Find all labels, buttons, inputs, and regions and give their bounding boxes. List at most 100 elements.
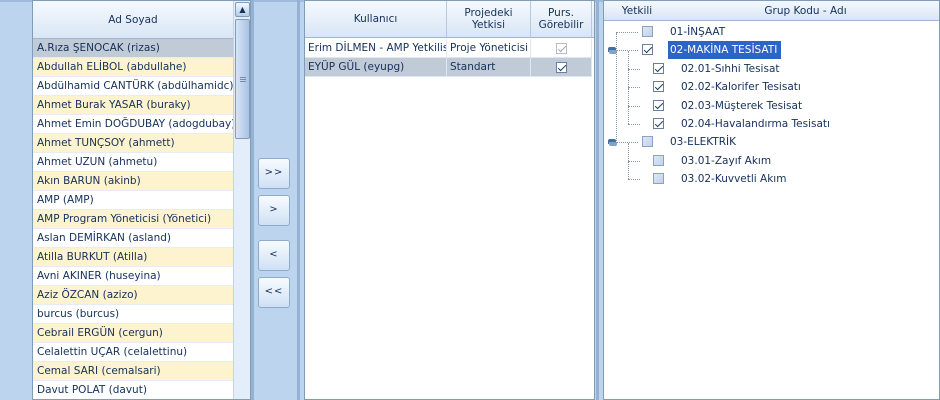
splitter-left[interactable] (251, 0, 254, 400)
user-name: Davut POLAT (davut) (37, 384, 147, 396)
tree-connector (628, 68, 640, 70)
column-header-role[interactable]: Projedeki Yetkisi (447, 1, 531, 37)
scroll-thumb[interactable] (235, 19, 250, 139)
assigned-users-grid: Kullanıcı Projedeki Yetkisi Purs. Görebi… (304, 0, 595, 400)
tree-connector (616, 142, 638, 144)
user-list-item[interactable]: Abdullah ELİBOL (abdullahe) (33, 58, 233, 77)
tree-node[interactable]: 03-ELEKTRİK (604, 133, 939, 151)
user-name: AMP Program Yöneticisi (Yönetici) (37, 213, 212, 225)
tree-connector (628, 50, 629, 69)
splitter-mid-right[interactable] (596, 0, 599, 400)
group-checkbox[interactable] (653, 62, 664, 74)
user-name: Cebrail ERGÜN (cergun) (37, 327, 163, 339)
user-list-header[interactable]: Ad Soyad (33, 1, 233, 39)
chevron-up-icon: ▲ (239, 5, 246, 14)
tree-connector (628, 124, 640, 125)
user-name: Ahmet TUNÇSOY (ahmett) (37, 137, 175, 149)
user-list-item[interactable]: burcus (burcus) (33, 305, 233, 324)
group-checkbox[interactable] (653, 81, 664, 93)
user-list-item[interactable]: Celalettin UÇAR (celalettinu) (33, 343, 233, 362)
user-list-item[interactable]: Abdülhamid CANTÜRK (abdülhamidc) (33, 77, 233, 96)
user-list-item[interactable]: Akın BARUN (akinb) (33, 172, 233, 191)
group-label: 02-MAKİNA TESİSATI (668, 41, 782, 60)
group-tree-header: Yetkili Grup Kodu - Adı (604, 1, 939, 21)
user-list-item[interactable]: Cebrail ERGÜN (cergun) (33, 324, 233, 343)
table-row[interactable]: EYÜP GÜL (eyupg) Standart (305, 58, 592, 77)
tree-connector (628, 87, 629, 106)
user-list-item[interactable]: Avni AKINER (huseyina) (33, 267, 233, 286)
user-list-item[interactable]: Ahmet Emin DOĞDUBAY (adogdubay) (33, 115, 233, 134)
group-checkbox[interactable] (653, 118, 664, 129)
user-list-item[interactable]: Atilla BURKUT (Atilla) (33, 248, 233, 267)
user-name: AMP (AMP) (37, 194, 94, 206)
cell-role[interactable]: Proje Yöneticisi (447, 39, 531, 57)
column-header-auth[interactable]: Yetkili (604, 1, 670, 20)
scroll-up-button[interactable]: ▲ (235, 2, 250, 17)
user-list-item[interactable]: Aziz ÖZCAN (azizo) (33, 286, 233, 305)
user-list-item[interactable]: Davut POLAT (davut) (33, 381, 233, 399)
column-header-user[interactable]: Kullanıcı (305, 1, 447, 37)
group-checkbox[interactable] (642, 136, 653, 148)
add-button[interactable]: > (258, 195, 290, 226)
remove-button[interactable]: < (258, 240, 290, 271)
tree-node[interactable]: 02.04-Havalandırma Tesisatı (604, 115, 939, 133)
tree-connector (628, 142, 629, 161)
column-header-group-code[interactable]: Grup Kodu - Adı (670, 1, 939, 20)
group-checkbox[interactable] (653, 154, 664, 166)
user-list-item[interactable]: Ahmet UZUN (ahmetu) (33, 153, 233, 172)
user-name: A.Rıza ŞENOCAK (rizas) (37, 42, 160, 54)
tree-node[interactable]: 02.01-Sıhhi Tesisat (604, 60, 939, 78)
user-list-item[interactable]: Ahmet TUNÇSOY (ahmett) (33, 134, 233, 153)
group-checkbox[interactable] (653, 99, 664, 111)
tree-node[interactable]: 02-MAKİNA TESİSATI (604, 41, 939, 60)
user-name: Abdullah ELİBOL (abdullahe) (37, 61, 187, 73)
user-name: Atilla BURKUT (Atilla) (37, 251, 148, 263)
tree-node[interactable]: 03.01-Zayıf Akım (604, 152, 939, 170)
tree-node[interactable]: 01-İNŞAAT (604, 23, 939, 41)
tree-node[interactable]: 03.02-Kuvvetli Akım (604, 170, 939, 188)
splitter-mid-left[interactable] (297, 0, 300, 400)
user-list-item[interactable]: Cemal SARI (cemalsari) (33, 362, 233, 381)
user-list-item[interactable]: AMP Program Yöneticisi (Yönetici) (33, 210, 233, 229)
group-checkbox[interactable] (653, 173, 664, 185)
tree-connector (616, 50, 638, 52)
tree-node[interactable]: 02.02-Kalorifer Tesisatı (604, 78, 939, 96)
tree-connector (628, 69, 629, 88)
grip-icon (240, 77, 246, 78)
user-name: Celalettin UÇAR (celalettinu) (37, 346, 188, 358)
tree-connector (616, 33, 617, 143)
user-list-scrollbar[interactable]: ▲ (233, 1, 250, 399)
remove-all-button[interactable]: << (258, 277, 290, 308)
user-list-item[interactable]: A.Rıza ŞENOCAK (rizas) (33, 39, 233, 58)
tree-connector (628, 160, 640, 162)
column-header-visible[interactable]: Purs. Görebilir (531, 1, 592, 37)
user-name: Ahmet UZUN (ahmetu) (37, 156, 158, 168)
group-checkbox[interactable] (642, 26, 653, 37)
tree-connector (628, 105, 640, 107)
group-label: 03.01-Zayıf Akım (681, 154, 772, 167)
tree-connector (616, 32, 638, 33)
user-name: Aziz ÖZCAN (azizo) (37, 289, 138, 301)
user-list-panel: Ad Soyad A.Rıza ŞENOCAK (rizas) Abdullah … (32, 0, 251, 400)
table-row[interactable]: Erim DİLMEN - AMP Yetkilis Proje Yönetici… (305, 39, 592, 58)
group-label: 02.01-Sıhhi Tesisat (681, 62, 780, 75)
user-list-item[interactable]: AMP (AMP) (33, 191, 233, 210)
user-list-item[interactable]: Aslan DEMİRKAN (asland) (33, 229, 233, 248)
group-label: 03-ELEKTRİK (670, 136, 737, 149)
user-list-item[interactable]: Ahmet Burak YASAR (buraky) (33, 96, 233, 115)
user-name: Aslan DEMİRKAN (asland) (37, 232, 172, 244)
cell-role[interactable]: Standart (447, 58, 531, 76)
tree-connector (628, 161, 629, 180)
user-name: Avni AKINER (huseyina) (37, 270, 161, 282)
cell-user: Erim DİLMEN - AMP Yetkilis (305, 39, 447, 57)
tree-node[interactable]: 02.03-Müşterek Tesisat (604, 97, 939, 115)
assigned-grid-header: Kullanıcı Projedeki Yetkisi Purs. Görebi… (305, 1, 594, 38)
group-label: 03.02-Kuvvetli Akım (681, 173, 787, 186)
visible-checkbox[interactable] (555, 61, 567, 73)
cell-visible (531, 39, 592, 57)
user-name: Ahmet Emin DOĞDUBAY (adogdubay) (37, 118, 233, 130)
cell-user: EYÜP GÜL (eyupg) (305, 58, 447, 76)
group-checkbox[interactable] (642, 44, 653, 56)
add-all-button[interactable]: >> (258, 158, 290, 189)
tree-connector (628, 179, 640, 181)
